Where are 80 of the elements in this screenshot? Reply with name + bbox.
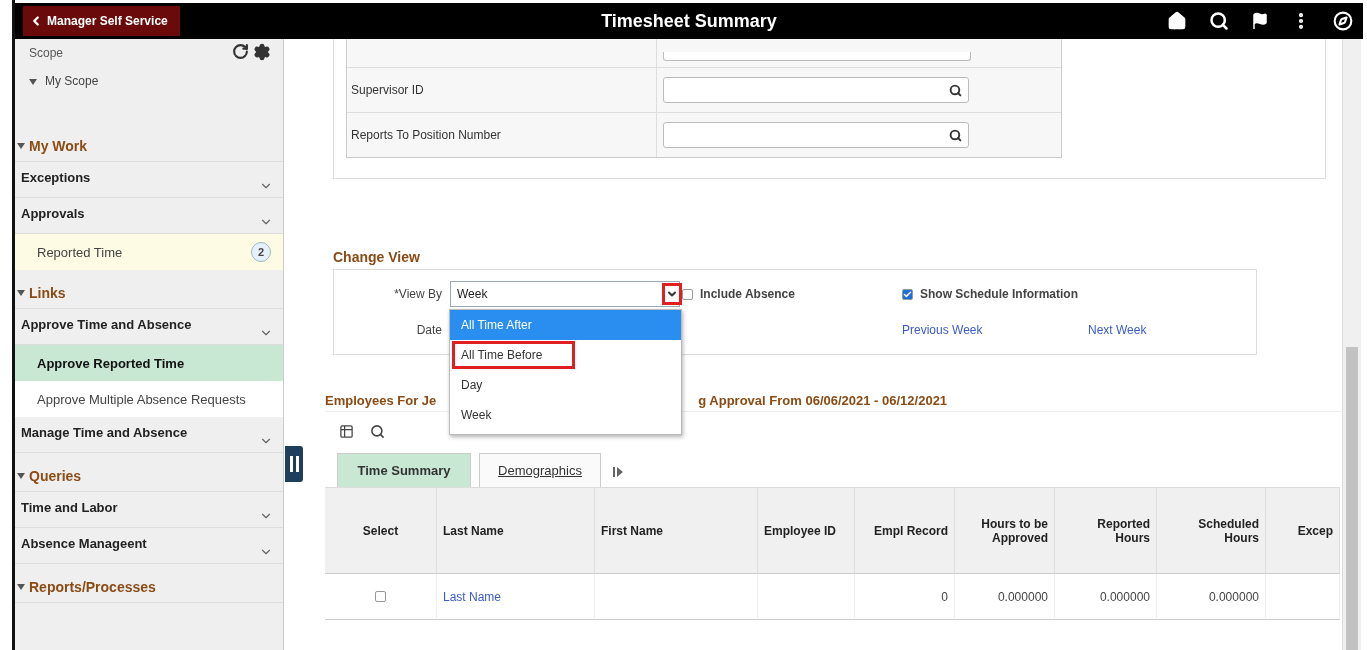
search-icon[interactable] <box>370 424 385 439</box>
show-all-columns-icon[interactable] <box>613 467 623 477</box>
field-label: Reports To Position Number <box>347 113 657 157</box>
nav-link[interactable]: Reported Time 2 <box>15 234 283 270</box>
dropdown-option[interactable]: Week <box>450 400 681 430</box>
triangle-icon[interactable] <box>17 584 25 590</box>
group-label: Exceptions <box>21 170 91 185</box>
link-label: Approve Multiple Absence Requests <box>37 391 246 407</box>
field-label: Supervisor ID <box>347 68 657 112</box>
settings-icon[interactable] <box>253 43 271 61</box>
column-header: Last Name <box>437 488 595 574</box>
name-link[interactable]: Last Name <box>443 589 502 604</box>
column-header: Hours to be Approved <box>955 488 1055 574</box>
section-title[interactable]: My Work <box>29 138 88 154</box>
scroll-thumb[interactable] <box>1346 347 1358 650</box>
section-title[interactable]: Queries <box>29 468 82 484</box>
column-header: Employee ID <box>758 488 855 574</box>
back-button[interactable]: Manager Self Service <box>23 6 180 36</box>
previous-week-link[interactable]: Previous Week <box>902 323 1088 337</box>
select-field[interactable] <box>663 52 971 61</box>
group-label: Approvals <box>21 206 85 221</box>
row-checkbox[interactable] <box>375 591 386 602</box>
lookup-field[interactable] <box>663 122 969 148</box>
group-label: Time and Labor <box>21 500 118 515</box>
nav-group[interactable]: Manage Time and Absence <box>15 417 283 453</box>
section-title: Change View <box>333 249 421 265</box>
column-header: Excep <box>1266 488 1340 574</box>
home-icon[interactable] <box>1167 11 1187 31</box>
group-label: Approve Time and Absence <box>21 317 192 332</box>
lookup-field[interactable] <box>663 77 969 103</box>
scope-label: Scope <box>29 46 64 60</box>
scope-item[interactable]: My Scope <box>45 74 99 88</box>
grid-tab[interactable]: Demographics <box>479 453 601 487</box>
field-label: Date <box>416 323 442 337</box>
search-icon[interactable] <box>1209 11 1229 31</box>
grid-icon[interactable] <box>339 424 354 439</box>
include-absence-checkbox[interactable]: Include Absence <box>682 287 902 301</box>
link-label: Approve Reported Time <box>37 355 185 371</box>
flag-icon[interactable] <box>1251 12 1269 30</box>
column-header: Reported Hours <box>1055 488 1157 574</box>
table-cell: 0.000000 <box>997 589 1048 604</box>
nav-link[interactable]: Approve Reported Time <box>15 345 283 381</box>
nav-group[interactable]: Exceptions <box>15 162 283 198</box>
section-title[interactable]: Reports/Processes <box>29 579 156 595</box>
nav-group[interactable]: Absence Manageent <box>15 528 283 564</box>
dropdown-option[interactable]: All Time Before <box>450 340 681 370</box>
grid-tab[interactable]: Time Summary <box>337 453 471 487</box>
check-icon <box>903 289 912 299</box>
triangle-icon[interactable] <box>17 143 25 149</box>
view-by-select[interactable]: Week <box>450 281 680 307</box>
scrollbar[interactable] <box>1342 39 1361 650</box>
group-label: Absence Manageent <box>21 536 147 551</box>
column-header: Empl Record <box>855 488 955 574</box>
table-cell: 0.000000 <box>1208 589 1259 604</box>
section-title[interactable]: Links <box>29 285 66 301</box>
search-icon[interactable] <box>949 83 962 97</box>
column-header: First Name <box>595 488 758 574</box>
field-label: *View By <box>394 287 442 301</box>
next-week-link[interactable]: Next Week <box>1088 323 1258 337</box>
nav-link[interactable]: Approve Multiple Absence Requests <box>15 381 283 417</box>
link-label: Reported Time <box>37 244 123 260</box>
group-label: Manage Time and Absence <box>21 425 188 440</box>
dropdown-option[interactable]: Day <box>450 370 681 400</box>
show-schedule-checkbox[interactable]: Show Schedule Information <box>902 287 1258 301</box>
grid-title: g Approval From 06/06/2021 - 06/12/2021 <box>698 393 948 408</box>
column-header: Select <box>325 488 437 574</box>
count-badge: 2 <box>251 242 271 262</box>
refresh-icon[interactable] <box>232 43 249 60</box>
compass-icon[interactable] <box>1333 11 1353 31</box>
page-title: Timesheet Summary <box>601 10 777 32</box>
triangle-icon[interactable] <box>17 290 25 296</box>
triangle-icon[interactable] <box>29 79 37 85</box>
search-icon[interactable] <box>949 128 962 142</box>
table-cell: 0 <box>941 589 948 604</box>
grid-title: Employees For Je <box>325 393 437 408</box>
table-cell: 0.000000 <box>1099 589 1150 604</box>
nav-group[interactable]: Time and Labor <box>15 492 283 528</box>
column-header: Scheduled Hours <box>1157 488 1266 574</box>
collapse-handle[interactable] <box>285 446 303 482</box>
triangle-icon[interactable] <box>17 473 25 479</box>
